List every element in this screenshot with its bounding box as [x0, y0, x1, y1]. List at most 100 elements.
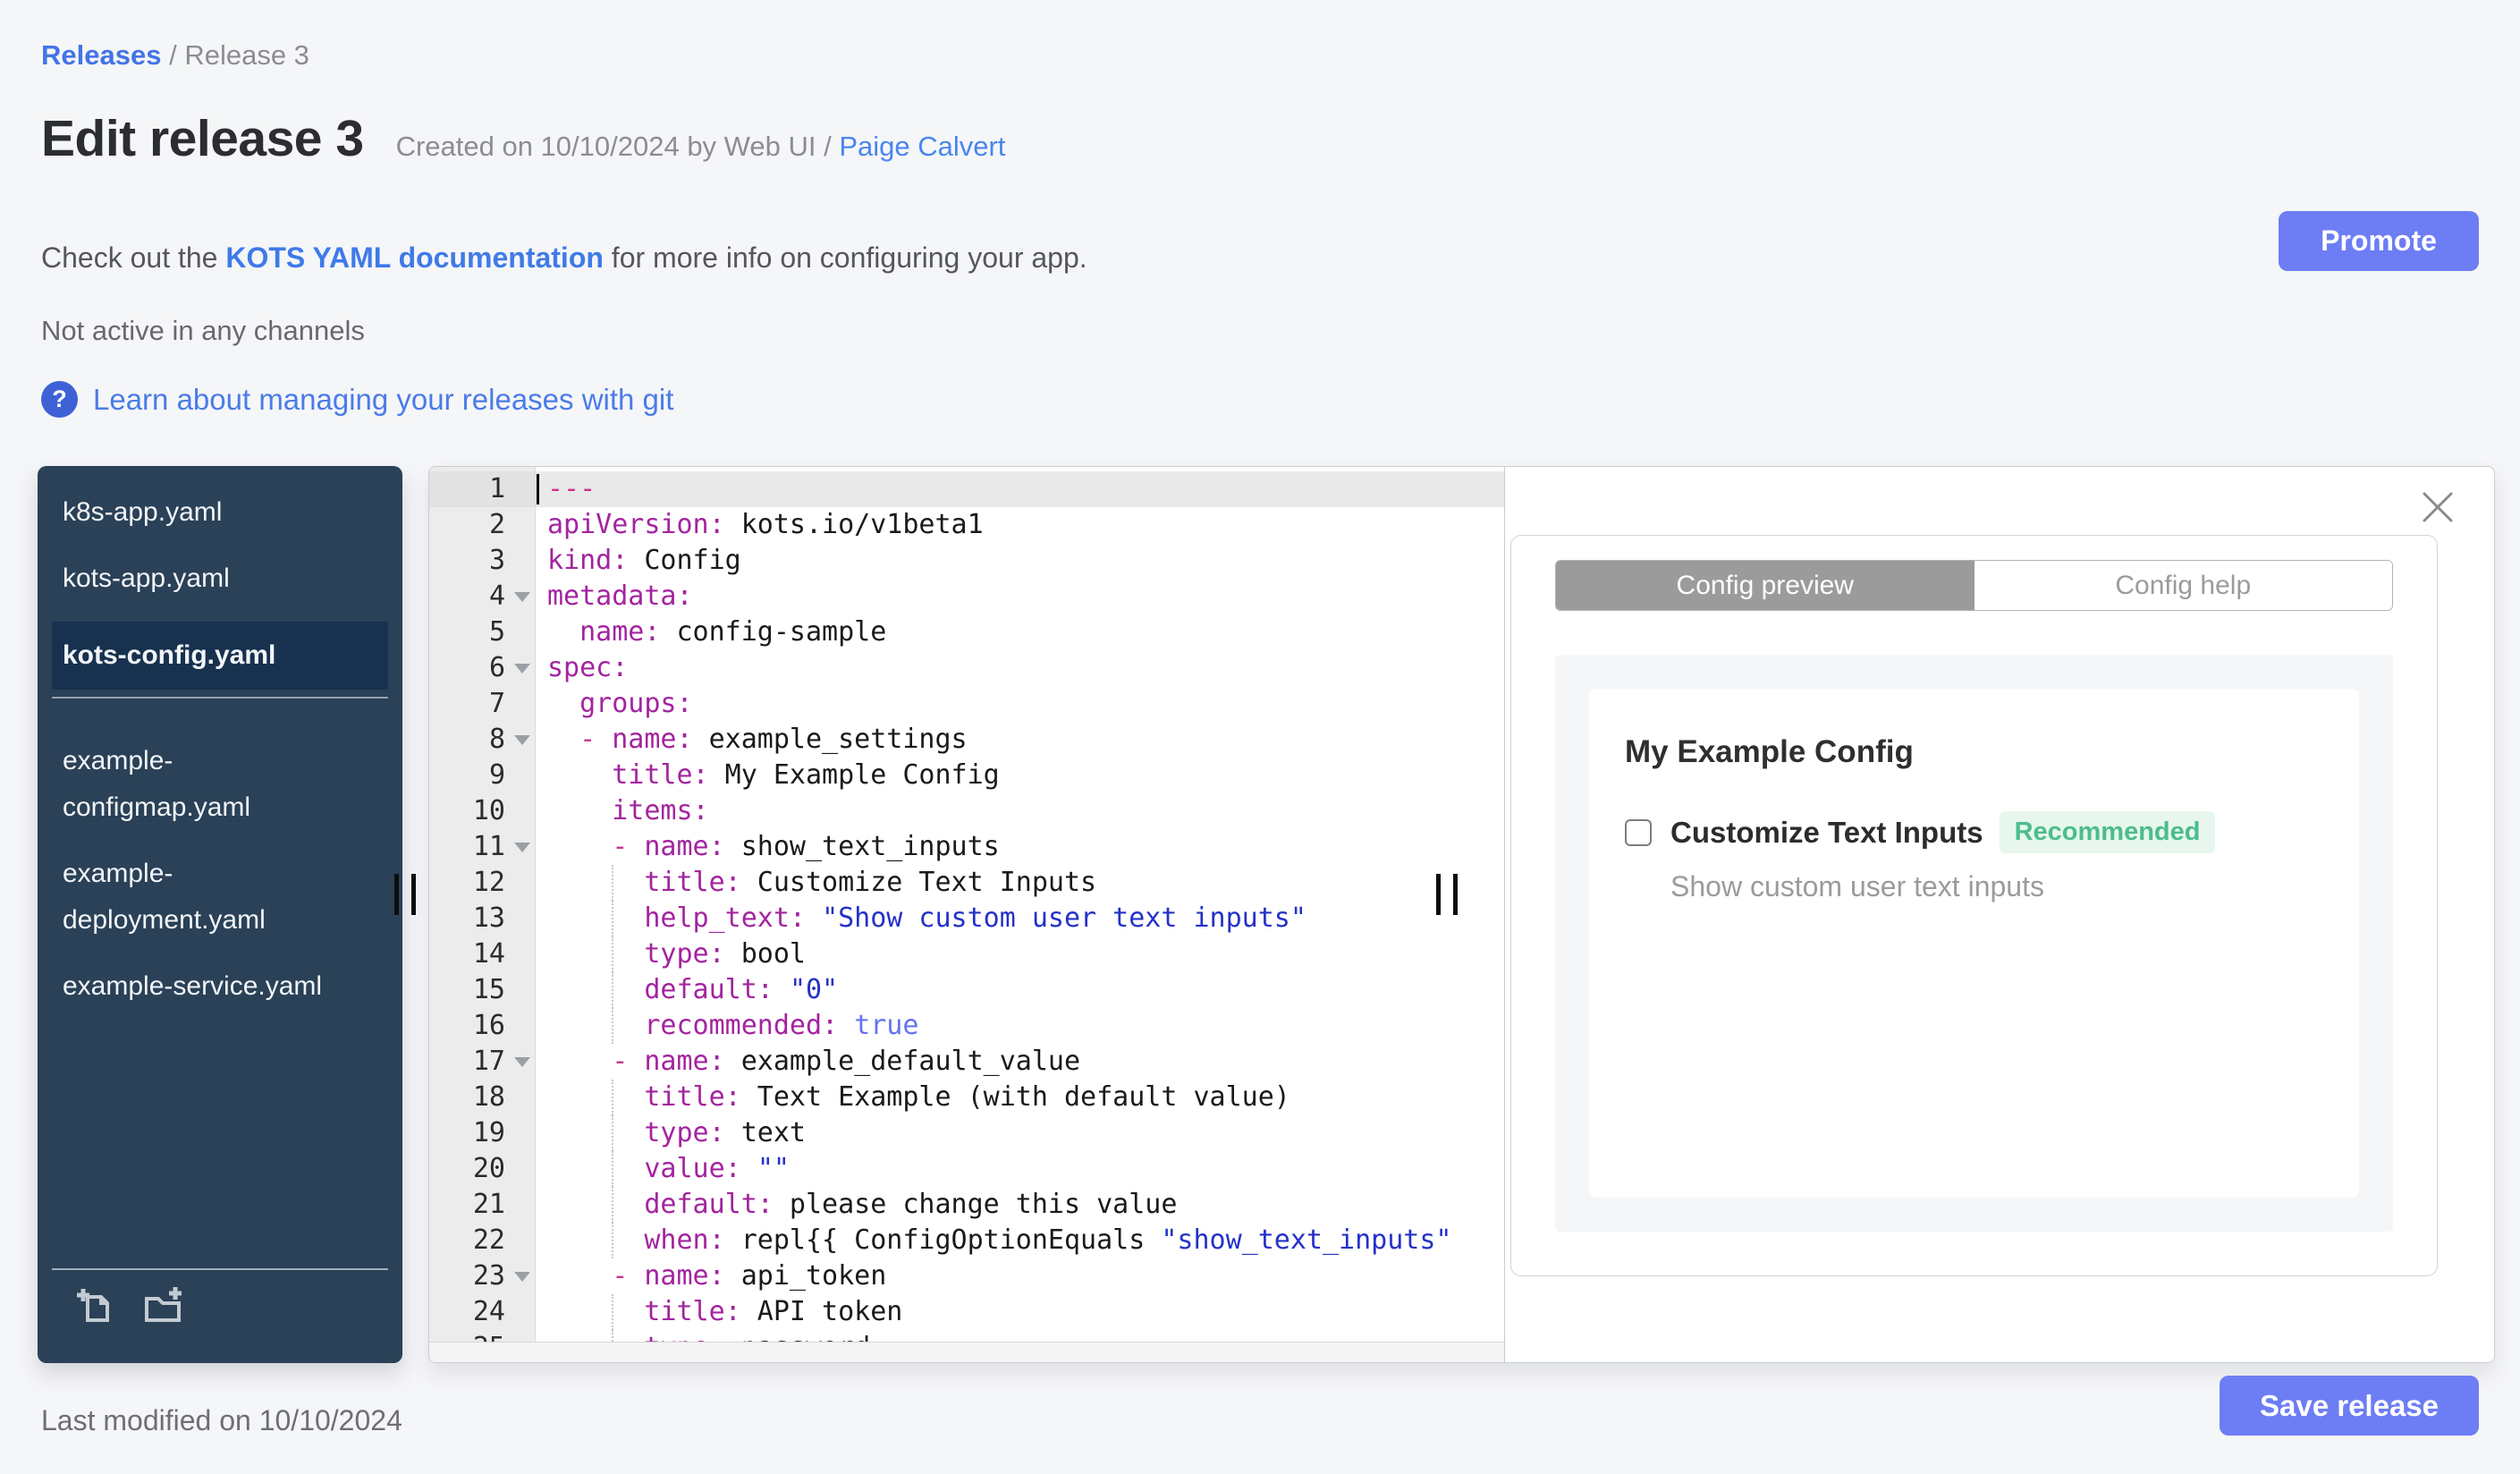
config-item-help: Show custom user text inputs: [1670, 870, 2044, 902]
file-item[interactable]: example-configmap.yaml: [63, 738, 344, 831]
release-editor-main: k8s-app.yaml kots-app.yaml kots-config.yam…: [38, 466, 2495, 1363]
fold-icon[interactable]: [514, 1272, 530, 1282]
indent-guide: [612, 1008, 614, 1044]
indent-guide: [612, 901, 614, 936]
editor-code-area[interactable]: --- apiVersion: kots.io/v1beta1 kind: Conf…: [536, 467, 1504, 1362]
close-icon[interactable]: [2421, 490, 2455, 524]
code-line[interactable]: spec:: [536, 650, 1504, 686]
tab-config-help[interactable]: Config help: [1974, 561, 2392, 610]
code-line[interactable]: default: "0": [536, 972, 1504, 1008]
file-item[interactable]: kots-config.yaml: [52, 622, 388, 690]
sidebar-divider: [52, 697, 388, 699]
code-line[interactable]: - name: example_default_value: [536, 1044, 1504, 1080]
author-link[interactable]: Paige Calvert: [839, 131, 1005, 162]
line-number: 9: [488, 759, 505, 791]
code-line[interactable]: type: text: [536, 1115, 1504, 1151]
indent-guide: [612, 1151, 614, 1187]
sidebar-editor-resize-handle[interactable]: [394, 874, 416, 915]
file-list-bottom: example-configmap.yaml example-deployment…: [38, 715, 402, 1010]
file-list-top: k8s-app.yaml kots-app.yaml kots-config.yam…: [38, 466, 402, 690]
git-help-row[interactable]: ? Learn about managing your releases wit…: [41, 381, 673, 418]
breadcrumb: Releases / Release 3: [41, 39, 309, 72]
code-line[interactable]: default: please change this value: [536, 1187, 1504, 1223]
line-number: 15: [472, 974, 505, 1005]
indent-guide: [612, 1187, 614, 1223]
code-line[interactable]: title: My Example Config: [536, 758, 1504, 793]
fold-icon[interactable]: [514, 843, 530, 852]
fold-icon[interactable]: [514, 1057, 530, 1067]
code-line[interactable]: type: bool: [536, 936, 1504, 972]
file-item[interactable]: example-deployment.yaml: [63, 851, 344, 944]
config-group-card: My Example Config Customize Text Inputs …: [1589, 689, 2359, 1198]
code-line[interactable]: - name: api_token: [536, 1258, 1504, 1294]
add-folder-icon[interactable]: [141, 1284, 184, 1327]
line-number: 8: [429, 722, 535, 758]
code-line[interactable]: when: repl{{ ConfigOptionEquals "show_te…: [536, 1223, 1504, 1258]
indent-guide: [612, 865, 614, 901]
code-line[interactable]: items:: [536, 793, 1504, 829]
code-line[interactable]: metadata:: [536, 579, 1504, 614]
line-number: 10: [472, 795, 505, 826]
line-number: 18: [472, 1081, 505, 1113]
code-line[interactable]: help_text: "Show custom user text inputs…: [536, 901, 1504, 936]
add-file-icon[interactable]: [73, 1284, 116, 1327]
config-area: My Example Config Customize Text Inputs …: [1555, 655, 2393, 1232]
editor-preview-resize-handle[interactable]: [1436, 874, 1458, 915]
file-item[interactable]: kots-app.yaml: [63, 555, 344, 602]
line-number: 20: [472, 1153, 505, 1184]
code-line[interactable]: recommended: true: [536, 1008, 1504, 1044]
save-release-button[interactable]: Save release: [2220, 1376, 2479, 1436]
kots-yaml-docs-link[interactable]: KOTS YAML documentation: [225, 241, 604, 274]
file-sidebar: k8s-app.yaml kots-app.yaml kots-config.yam…: [38, 466, 402, 1363]
editor-cursor: [537, 474, 539, 504]
line-number: 23: [429, 1258, 535, 1294]
line-number: 16: [472, 1010, 505, 1041]
line-number: 5: [488, 616, 505, 648]
yaml-editor[interactable]: 1234567891011121314151617181920212223242…: [429, 467, 1504, 1362]
breadcrumb-releases-link[interactable]: Releases: [41, 39, 161, 71]
code-line[interactable]: title: API token: [536, 1294, 1504, 1330]
fold-icon[interactable]: [514, 735, 530, 745]
code-line[interactable]: groups:: [536, 686, 1504, 722]
fold-icon[interactable]: [514, 592, 530, 602]
line-number: 19: [472, 1117, 505, 1148]
code-line[interactable]: title: Customize Text Inputs: [536, 865, 1504, 901]
code-line[interactable]: title: Text Example (with default value): [536, 1080, 1504, 1115]
line-number: 7: [488, 688, 505, 719]
code-line[interactable]: - name: show_text_inputs: [536, 829, 1504, 865]
docs-sentence: Check out the KOTS YAML documentation fo…: [41, 241, 1087, 274]
line-number: 2: [488, 509, 505, 540]
config-checkbox[interactable]: [1625, 818, 1652, 846]
git-releases-link[interactable]: Learn about managing your releases with …: [93, 383, 673, 417]
recommended-badge: Recommended: [1999, 811, 2216, 853]
code-line[interactable]: name: config-sample: [536, 614, 1504, 650]
config-item-label: Customize Text Inputs: [1670, 815, 1983, 849]
indent-guide: [612, 972, 614, 1008]
line-number: 11: [429, 829, 535, 865]
indent-guide: [612, 1080, 614, 1115]
promote-button[interactable]: Promote: [2279, 211, 2479, 271]
line-number: 14: [472, 938, 505, 970]
line-number: 4: [429, 579, 535, 614]
line-number: 3: [488, 545, 505, 576]
editor-gutter: 1234567891011121314151617181920212223242…: [429, 467, 536, 1362]
code-line[interactable]: value: "": [536, 1151, 1504, 1187]
breadcrumb-current: Release 3: [184, 39, 309, 71]
code-line[interactable]: - name: example_settings: [536, 722, 1504, 758]
line-number: 6: [429, 650, 535, 686]
sidebar-actions: [73, 1284, 184, 1327]
indent-guide: [612, 1223, 614, 1258]
fold-icon[interactable]: [514, 664, 530, 673]
tab-config-preview[interactable]: Config preview: [1556, 561, 1975, 610]
channel-status: Not active in any channels: [41, 315, 365, 346]
config-item-row: Customize Text Inputs Recommended: [1625, 811, 2323, 853]
file-item[interactable]: k8s-app.yaml: [63, 489, 344, 536]
file-item[interactable]: example-service.yaml: [63, 963, 344, 1010]
line-number: 13: [472, 902, 505, 934]
editor-scrollbar-track[interactable]: [429, 1342, 1504, 1362]
code-line[interactable]: ---: [536, 471, 1504, 507]
code-line[interactable]: apiVersion: kots.io/v1beta1: [536, 507, 1504, 543]
config-tabs: Config preview Config help: [1555, 560, 2393, 611]
code-line[interactable]: kind: Config: [536, 543, 1504, 579]
line-number: 22: [472, 1224, 505, 1256]
